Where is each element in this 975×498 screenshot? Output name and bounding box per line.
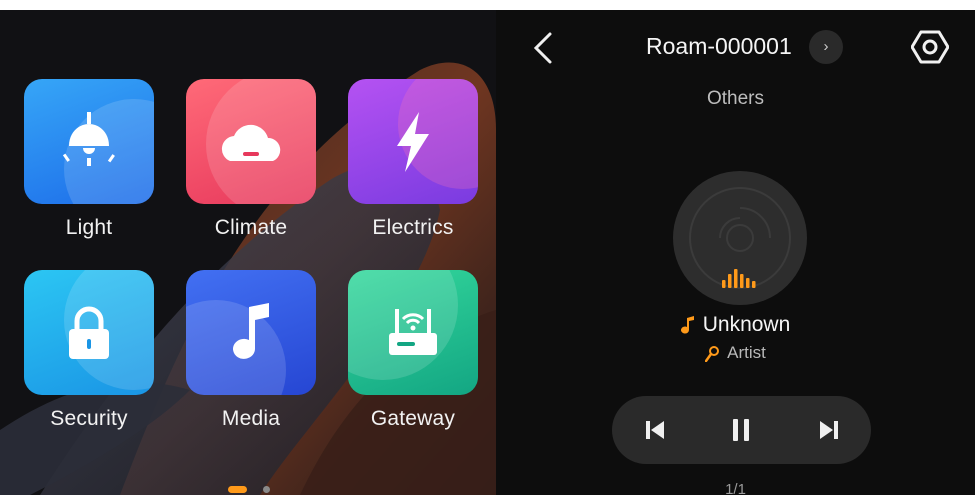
hex-gear-icon xyxy=(910,30,950,64)
tile-label-gateway: Gateway xyxy=(370,407,456,430)
pause-icon xyxy=(733,419,749,441)
lock-icon xyxy=(69,306,109,359)
pause-button[interactable] xyxy=(725,414,757,446)
next-button[interactable] xyxy=(812,414,844,446)
lamp-icon xyxy=(62,111,115,166)
track-counter: 1/1 xyxy=(725,481,746,498)
chevron-right-icon: › xyxy=(823,38,829,55)
song-title: Unknown xyxy=(496,313,975,337)
tile-label-security: Security xyxy=(50,407,128,430)
lightning-icon xyxy=(397,111,429,172)
skip-previous-icon xyxy=(646,421,664,439)
back-button[interactable] xyxy=(530,30,558,66)
previous-button[interactable] xyxy=(640,414,672,446)
page-dot-active[interactable] xyxy=(228,486,247,493)
tile-climate[interactable] xyxy=(186,79,316,204)
album-disc xyxy=(673,171,807,305)
artist-name: Artist xyxy=(496,343,975,363)
tile-electrics[interactable] xyxy=(348,79,478,204)
tile-light[interactable] xyxy=(24,79,154,204)
skip-next-icon xyxy=(820,421,838,439)
router-icon xyxy=(389,308,437,355)
room-label: Others xyxy=(706,88,765,109)
page-dot[interactable] xyxy=(263,486,270,493)
song-title-text: Unknown xyxy=(702,313,791,336)
artist-name-text: Artist xyxy=(727,343,766,362)
music-note-icon xyxy=(233,302,269,359)
device-details-button[interactable]: › xyxy=(809,30,843,64)
home-panel: Light Climate Electrics Security Media G… xyxy=(0,10,496,495)
chevron-left-icon xyxy=(533,32,552,64)
playback-controls xyxy=(612,396,871,464)
tile-label-climate: Climate xyxy=(214,216,288,239)
cloud-icon xyxy=(221,124,281,161)
tile-media[interactable] xyxy=(186,270,316,395)
music-note-icon xyxy=(680,316,694,334)
tile-gateway[interactable] xyxy=(348,270,478,395)
tile-label-media: Media xyxy=(221,407,281,430)
microphone-icon xyxy=(705,345,720,362)
tile-security[interactable] xyxy=(24,270,154,395)
tile-label-light: Light xyxy=(65,216,113,239)
device-title: Roam-000001 xyxy=(646,33,792,59)
tile-label-electrics: Electrics xyxy=(372,216,454,239)
media-player-panel: Roam-000001 › Others Unknown Artist 1/1 xyxy=(496,10,975,498)
settings-button[interactable] xyxy=(910,28,950,66)
